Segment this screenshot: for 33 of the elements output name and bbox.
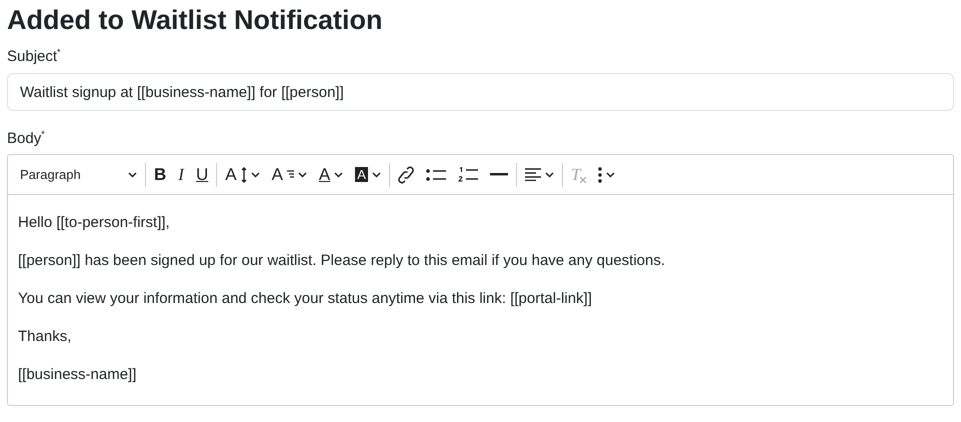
- lines-icon: [286, 170, 294, 180]
- numbered-list-icon: [458, 166, 478, 182]
- fontsize-button[interactable]: A: [219, 160, 266, 190]
- page-title: Added to Waitlist Notification: [7, 4, 382, 37]
- underline-button[interactable]: U: [190, 160, 214, 190]
- caret-icon: [298, 172, 307, 178]
- body-paragraph: You can view your information and check your status anytime via this link: [[portal-link]]: [18, 289, 592, 309]
- bold-button[interactable]: B: [148, 160, 172, 190]
- field-label: Body$^{*}$: [7, 129, 45, 149]
- caret-icon: [544, 172, 554, 178]
- backcolor-button[interactable]: A: [349, 160, 387, 190]
- lineheight-button[interactable]: A: [266, 160, 313, 190]
- field-label: Subject$^{*}$: [7, 47, 61, 67]
- horizontal-rule-icon: [490, 173, 508, 176]
- link-icon: [398, 166, 414, 184]
- caret-icon: [606, 172, 616, 178]
- vertical-arrow-icon: [240, 166, 247, 182]
- bullet-list-icon: [426, 168, 446, 182]
- body-paragraph: [[person]] has been signed up for our waitlist. Please reply to this email if you have any questions.: [18, 251, 666, 271]
- body-paragraph: Thanks,: [18, 327, 72, 347]
- body-paragraph: Hello [[to-person-first]],: [18, 213, 170, 233]
- caret-icon: [372, 172, 381, 178]
- forecolor-button[interactable]: A: [312, 160, 350, 190]
- caret-icon: [250, 172, 260, 178]
- caret-icon: [128, 172, 137, 178]
- align-left-icon: [524, 168, 541, 181]
- italic-button[interactable]: I: [172, 160, 190, 190]
- caret-icon: [334, 172, 344, 178]
- body-paragraph: [[business-name]]: [18, 365, 136, 385]
- subject-field[interactable]: Waitlist signup at [[business-name]] for [[person]]: [7, 73, 954, 111]
- more-icon: [598, 166, 602, 182]
- small-x-icon: [580, 176, 586, 182]
- block-format-dropdown[interactable]: Paragraph: [14, 160, 143, 190]
